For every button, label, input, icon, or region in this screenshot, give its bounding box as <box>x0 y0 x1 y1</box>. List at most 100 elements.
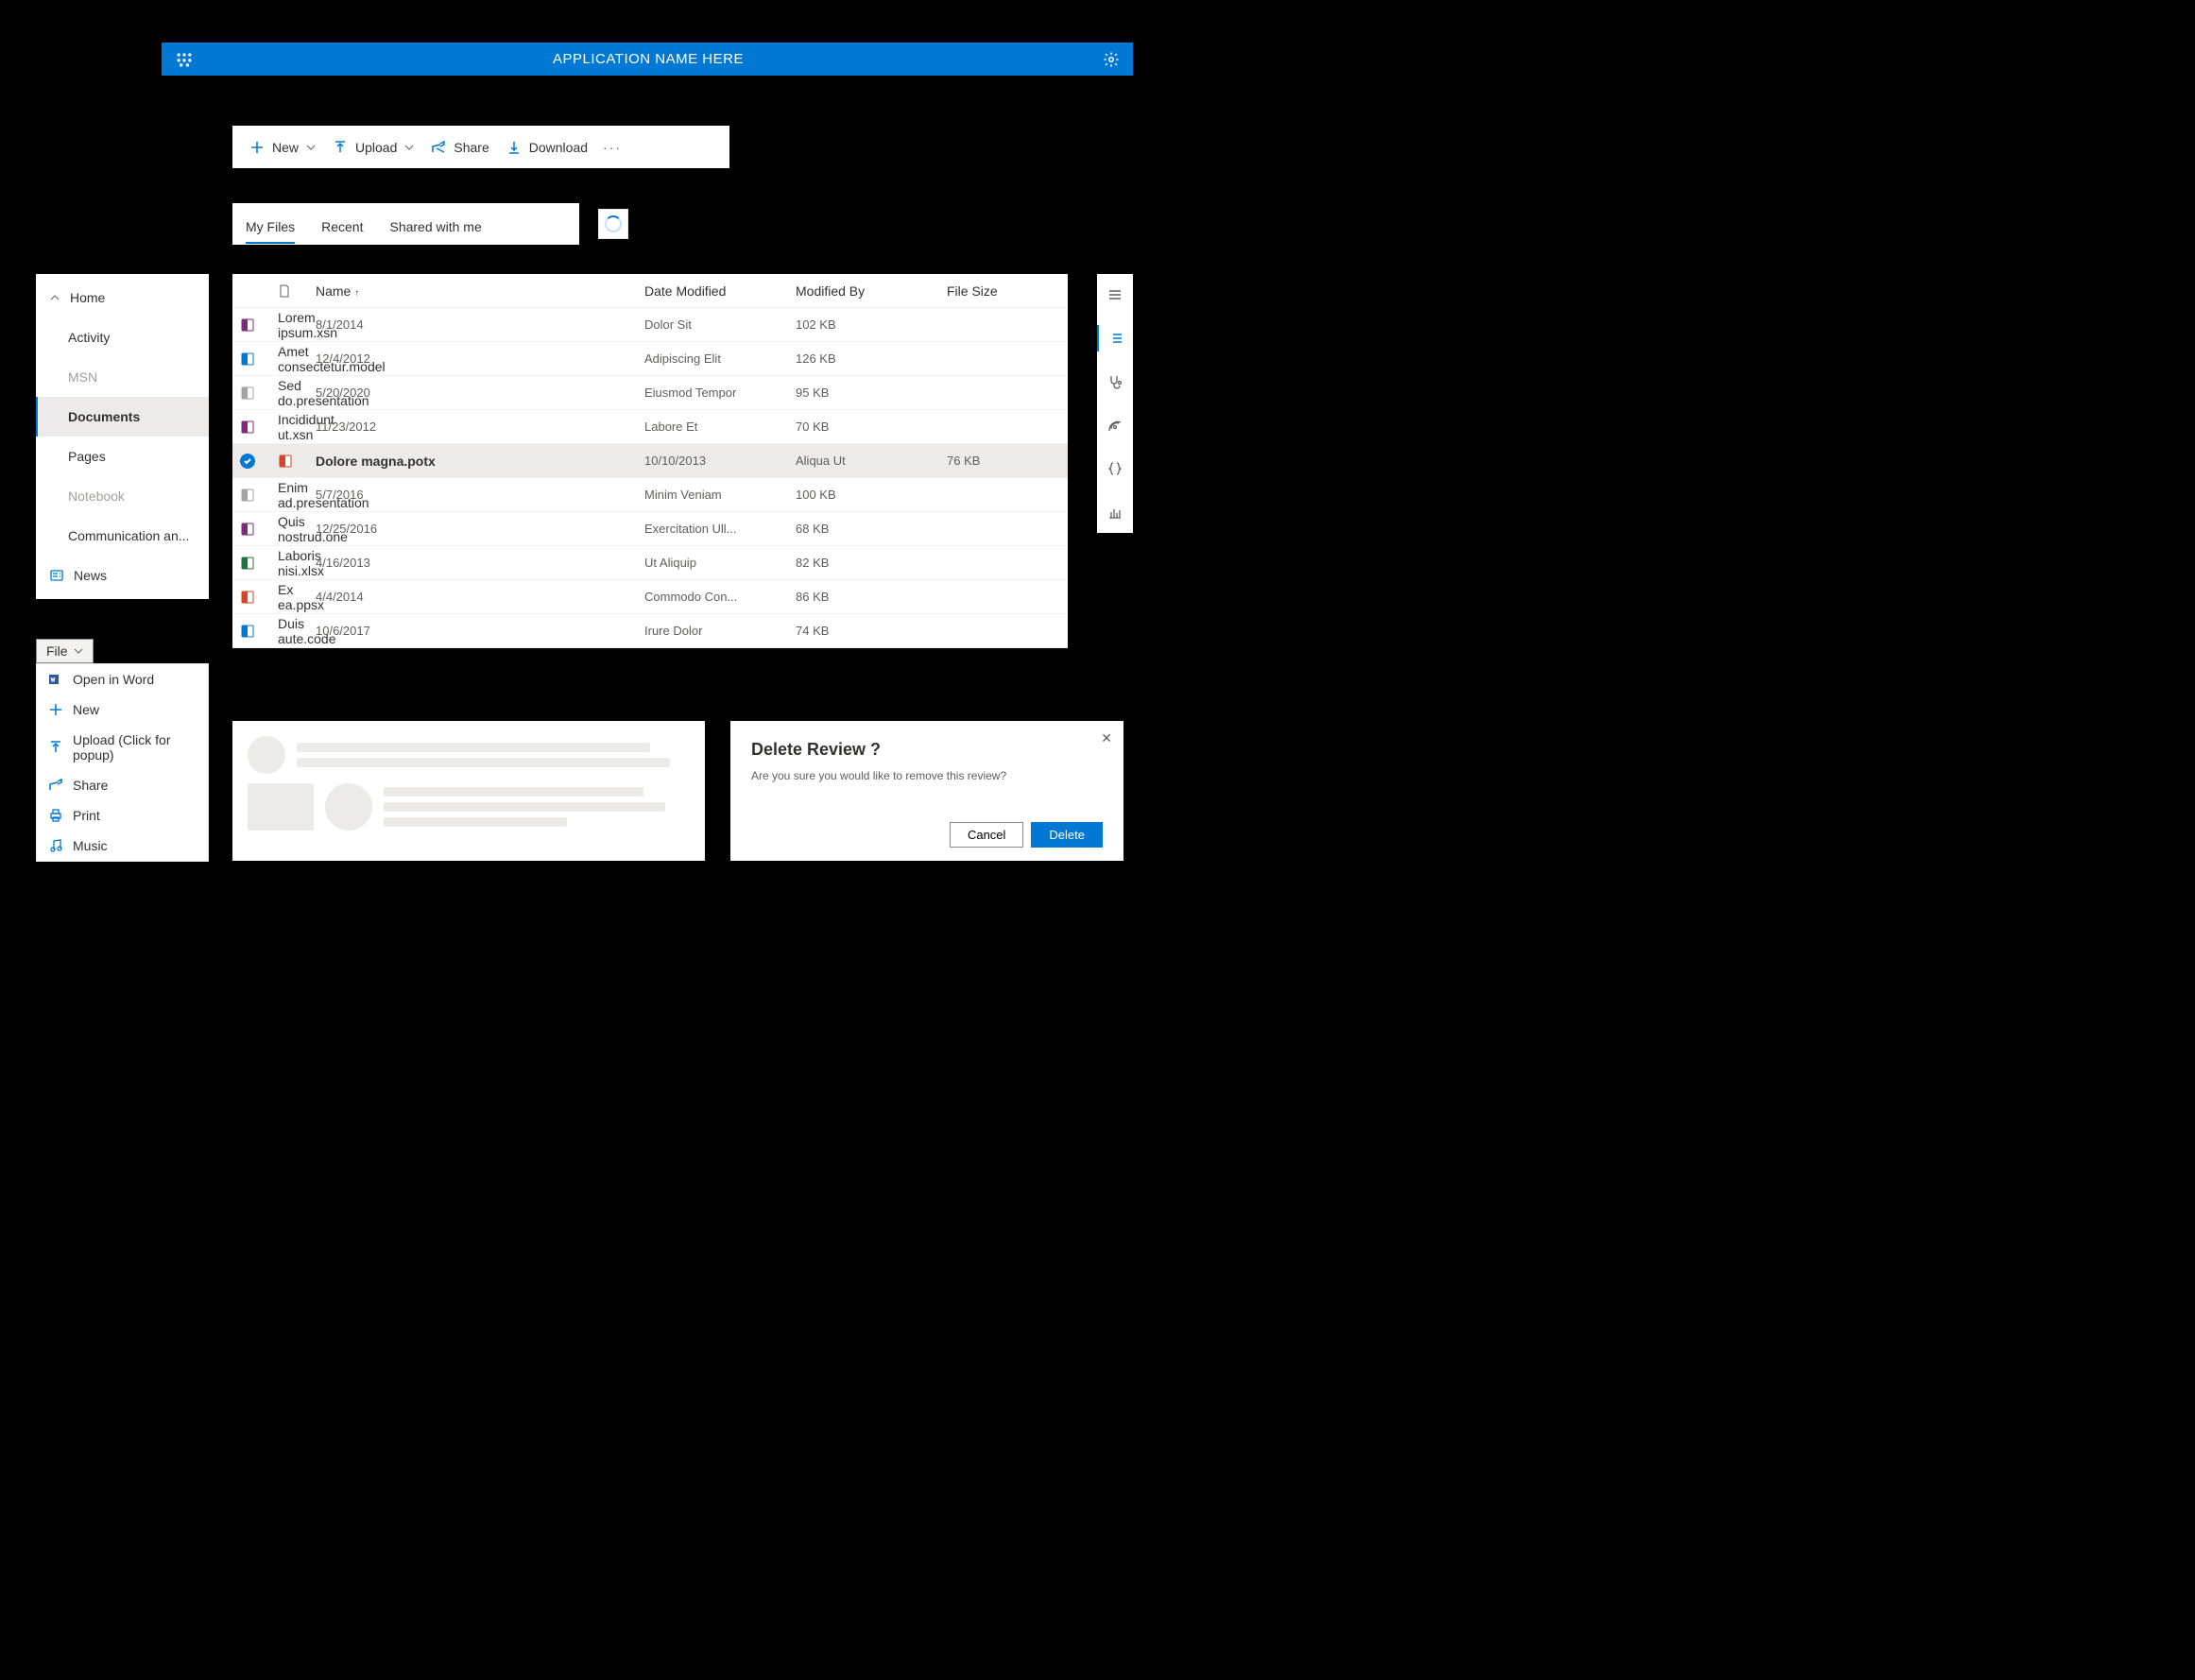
plus-icon <box>249 140 265 155</box>
download-label: Download <box>529 140 588 155</box>
shimmer-line <box>297 758 670 767</box>
file-type-icon <box>240 351 255 367</box>
app-bar: APPLICATION NAME HERE <box>162 43 1133 76</box>
file-menu-button[interactable]: File <box>36 639 94 663</box>
file-name: Dolore magna.potx <box>316 454 644 469</box>
shimmer-line <box>384 787 643 797</box>
menu-label: New <box>73 702 99 717</box>
nav-msn[interactable]: MSN <box>36 357 209 397</box>
shimmer-line <box>297 743 650 752</box>
file-modified: 4/16/2013 <box>316 556 644 570</box>
table-row[interactable]: Sed do.presentation 5/20/2020 Eiusmod Te… <box>232 376 1068 410</box>
menu-item-music[interactable]: Music <box>37 831 208 861</box>
file-name: Ex ea.ppsx <box>278 582 316 612</box>
shimmer-line <box>384 817 567 827</box>
chevron-up-icon <box>49 292 60 303</box>
rail-broadcast-icon[interactable] <box>1097 412 1133 438</box>
table-row[interactable]: Lorem ipsum.xsn 8/1/2014 Dolor Sit 102 K… <box>232 308 1068 342</box>
menu-label: Music <box>73 838 108 853</box>
table-row[interactable]: Duis aute.code 10/6/2017 Irure Dolor 74 … <box>232 614 1068 648</box>
tab-recent[interactable]: Recent <box>321 219 363 244</box>
waffle-icon[interactable] <box>175 50 194 69</box>
table-row[interactable]: Amet consectetur.model 12/4/2012 Adipisc… <box>232 342 1068 376</box>
col-modified[interactable]: Date Modified <box>644 283 796 299</box>
rail-list-icon[interactable] <box>1097 325 1133 351</box>
menu-label: Open in Word <box>73 672 154 687</box>
shimmer-avatar-icon <box>248 736 285 774</box>
nav-home[interactable]: Home <box>36 278 209 317</box>
right-rail <box>1097 274 1133 533</box>
file-modified-by: Aliqua Ut <box>796 454 947 468</box>
tab-shared[interactable]: Shared with me <box>389 219 481 244</box>
nav-activity[interactable]: Activity <box>36 317 209 357</box>
file-modified: 5/20/2020 <box>316 386 644 400</box>
file-modified-by: Minim Veniam <box>644 488 796 502</box>
menu-item-share[interactable]: Share <box>37 770 208 800</box>
file-type-icon <box>240 590 255 605</box>
file-type-icon <box>240 386 255 401</box>
command-bar: New Upload Share Download ··· <box>232 126 729 168</box>
table-row[interactable]: Laboris nisi.xlsx 4/16/2013 Ut Aliquip 8… <box>232 546 1068 580</box>
col-modifiedby[interactable]: Modified By <box>796 283 947 299</box>
sort-asc-icon: ↑ <box>354 288 359 299</box>
overflow-button[interactable]: ··· <box>599 140 626 155</box>
table-row[interactable]: Enim ad.presentation 5/7/2016 Minim Veni… <box>232 478 1068 512</box>
nav-communication[interactable]: Communication an... <box>36 516 209 556</box>
file-modified-by: Eiusmod Tempor <box>644 386 796 400</box>
tab-label: Recent <box>321 219 363 234</box>
menu-item-plus[interactable]: New <box>37 694 208 725</box>
share-icon <box>431 140 446 155</box>
file-modified-by: Dolor Sit <box>644 317 796 332</box>
file-type-icon <box>240 488 255 503</box>
settings-icon[interactable] <box>1103 51 1120 68</box>
shimmer-block <box>248 783 314 831</box>
share-icon <box>48 778 63 793</box>
menu-item-word[interactable]: Open in Word <box>37 664 208 694</box>
new-button[interactable]: New <box>244 140 321 155</box>
nav-notebook[interactable]: Notebook <box>36 476 209 516</box>
file-menu: File Open in Word New Upload (Click for po… <box>36 639 209 862</box>
tab-label: My Files <box>246 219 295 234</box>
new-label: New <box>272 140 299 155</box>
upload-icon <box>333 140 348 155</box>
file-type-icon <box>240 556 255 571</box>
table-row[interactable]: Dolore magna.potx 10/10/2013 Aliqua Ut 7… <box>232 444 1068 478</box>
table-row[interactable]: Quis nostrud.one 12/25/2016 Exercitation… <box>232 512 1068 546</box>
tab-my-files[interactable]: My Files <box>246 219 295 244</box>
file-name: Sed do.presentation <box>278 378 316 408</box>
rail-stethoscope-icon[interactable] <box>1097 369 1133 395</box>
left-nav: Home Activity MSN Documents Pages Notebo… <box>36 274 209 599</box>
news-icon <box>49 568 64 583</box>
file-modified: 12/4/2012 <box>316 351 644 366</box>
file-size: 82 KB <box>796 556 947 570</box>
close-icon[interactable]: ✕ <box>1101 730 1112 746</box>
download-button[interactable]: Download <box>501 140 593 155</box>
spinner-box <box>598 209 628 239</box>
col-name[interactable]: Name ↑ <box>316 283 644 299</box>
file-size: 70 KB <box>796 420 947 434</box>
col-size[interactable]: File Size <box>947 283 1060 299</box>
nav-documents[interactable]: Documents <box>36 397 209 437</box>
rail-braces-icon[interactable] <box>1097 455 1133 482</box>
nav-pages[interactable]: Pages <box>36 437 209 476</box>
table-row[interactable]: Incididunt ut.xsn 11/23/2012 Labore Et 7… <box>232 410 1068 444</box>
delete-dialog: ✕ Delete Review ? Are you sure you would… <box>730 721 1123 861</box>
menu-item-upload[interactable]: Upload (Click for popup) <box>37 725 208 770</box>
file-modified-by: Commodo Con... <box>644 590 796 604</box>
rail-hamburger-icon[interactable] <box>1097 282 1133 308</box>
table-header: Name ↑ Date Modified Modified By File Si… <box>232 274 1068 308</box>
nav-label: Communication an... <box>68 528 189 543</box>
file-modified: 4/4/2014 <box>316 590 644 604</box>
dialog-title: Delete Review ? <box>751 740 1103 760</box>
share-label: Share <box>454 140 489 155</box>
file-modified: 11/23/2012 <box>316 420 644 434</box>
share-button[interactable]: Share <box>425 140 494 155</box>
chevron-down-icon <box>74 646 83 656</box>
upload-button[interactable]: Upload <box>327 140 420 155</box>
cancel-button[interactable]: Cancel <box>950 822 1023 848</box>
rail-chart-icon[interactable] <box>1097 499 1133 525</box>
menu-item-print[interactable]: Print <box>37 800 208 831</box>
table-row[interactable]: Ex ea.ppsx 4/4/2014 Commodo Con... 86 KB <box>232 580 1068 614</box>
delete-button[interactable]: Delete <box>1031 822 1103 848</box>
nav-news[interactable]: News <box>36 556 209 595</box>
